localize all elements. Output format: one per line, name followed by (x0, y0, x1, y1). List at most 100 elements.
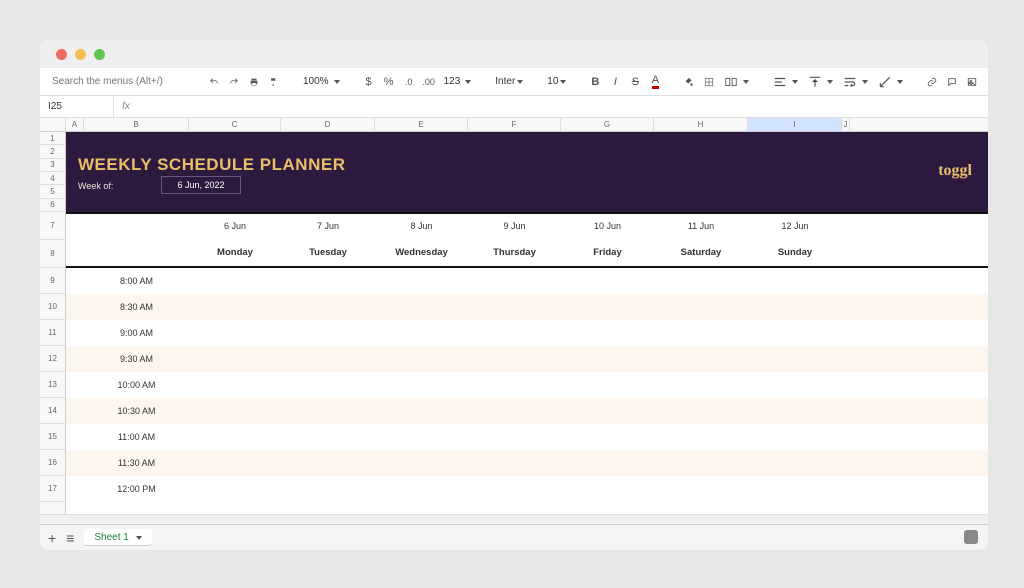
currency-icon[interactable]: $ (361, 72, 377, 92)
row-header[interactable]: 1 (40, 132, 65, 145)
sheet-tab[interactable]: Sheet 1 (84, 529, 151, 546)
row-header[interactable]: 13 (40, 372, 65, 398)
row-header[interactable]: 9 (40, 268, 65, 294)
column-header[interactable]: H (654, 118, 748, 131)
time-row[interactable]: 11:00 AM (66, 424, 988, 450)
column-header[interactable]: E (375, 118, 468, 131)
comment-icon[interactable] (944, 72, 960, 92)
column-header[interactable] (40, 118, 66, 131)
time-row[interactable]: 10:30 AM (66, 398, 988, 424)
borders-icon[interactable] (701, 72, 717, 92)
column-header[interactable]: F (468, 118, 561, 131)
close-dot[interactable] (56, 49, 67, 60)
time-label: 8:00 AM (84, 276, 189, 286)
caret-icon (862, 80, 868, 84)
row-header[interactable]: 11 (40, 320, 65, 346)
week-of-value[interactable]: 6 Jun, 2022 (161, 176, 241, 194)
column-header[interactable]: D (281, 118, 375, 131)
number-format-select[interactable]: 123 (441, 72, 475, 92)
row-header[interactable]: 14 (40, 398, 65, 424)
date-cell[interactable]: 11 Jun (654, 221, 748, 231)
formula-input[interactable] (138, 96, 988, 117)
maximize-dot[interactable] (94, 49, 105, 60)
row-headers: 1234567891011121314151617 (40, 132, 66, 514)
font-size-value: 10 (547, 76, 558, 87)
row-header[interactable]: 16 (40, 450, 65, 476)
time-row[interactable]: 10:00 AM (66, 372, 988, 398)
bold-icon[interactable]: B (587, 72, 603, 92)
font-select[interactable]: Inter (492, 72, 526, 92)
date-cell[interactable]: 6 Jun (189, 221, 281, 231)
horizontal-scrollbar[interactable] (40, 514, 988, 524)
wrap-select[interactable] (840, 72, 871, 92)
row-header[interactable]: 4 (40, 172, 65, 185)
text-color-icon[interactable]: A (647, 72, 663, 92)
date-cell[interactable]: 10 Jun (561, 221, 654, 231)
search-menus-input[interactable] (48, 72, 188, 92)
column-header[interactable]: G (561, 118, 654, 131)
row-header[interactable]: 10 (40, 294, 65, 320)
paint-format-icon[interactable] (266, 72, 282, 92)
row-header[interactable]: 6 (40, 199, 65, 212)
column-header[interactable]: J (842, 118, 850, 131)
row-header[interactable]: 15 (40, 424, 65, 450)
halign-select[interactable] (770, 72, 801, 92)
fill-color-icon[interactable] (681, 72, 697, 92)
decimal-decrease-icon[interactable]: .0 (401, 72, 417, 92)
minimize-dot[interactable] (75, 49, 86, 60)
row-header[interactable]: 2 (40, 145, 65, 158)
time-row[interactable]: 12:00 PM (66, 476, 988, 502)
cells-area[interactable]: WEEKLY SCHEDULE PLANNER Week of: 6 Jun, … (66, 132, 988, 514)
time-row[interactable]: 11:30 AM (66, 450, 988, 476)
day-cell[interactable]: Monday (189, 247, 281, 258)
row-header[interactable]: 5 (40, 185, 65, 198)
decimal-increase-icon[interactable]: .00 (421, 72, 437, 92)
column-header[interactable]: B (84, 118, 189, 131)
day-cell[interactable]: Friday (561, 247, 654, 258)
explore-button[interactable] (964, 530, 978, 544)
day-cell[interactable]: Tuesday (281, 247, 375, 258)
date-cell[interactable]: 9 Jun (468, 221, 561, 231)
date-cell[interactable]: 7 Jun (281, 221, 375, 231)
redo-icon[interactable] (226, 72, 242, 92)
time-row[interactable]: 9:00 AM (66, 320, 988, 346)
row-header[interactable]: 12 (40, 346, 65, 372)
print-icon[interactable] (246, 72, 262, 92)
link-icon[interactable] (924, 72, 940, 92)
time-row[interactable]: 8:00 AM (66, 268, 988, 294)
caret-icon (517, 80, 523, 84)
row-header[interactable]: 3 (40, 159, 65, 172)
merge-cells-select[interactable] (721, 72, 752, 92)
column-header[interactable]: A (66, 118, 84, 131)
valign-select[interactable] (805, 72, 836, 92)
row-header[interactable]: 7 (40, 212, 65, 240)
add-sheet-button[interactable]: + (48, 530, 56, 546)
date-cell[interactable]: 12 Jun (748, 221, 842, 231)
toolbar-overflow-icon[interactable]: ⌄ (966, 74, 976, 88)
caret-icon (136, 536, 142, 540)
zoom-value: 100% (303, 76, 329, 87)
undo-icon[interactable] (206, 72, 222, 92)
day-cell[interactable]: Saturday (654, 247, 748, 258)
time-row[interactable]: 8:30 AM (66, 294, 988, 320)
italic-icon[interactable]: I (607, 72, 623, 92)
day-cell[interactable]: Thursday (468, 247, 561, 258)
date-cell[interactable]: 8 Jun (375, 221, 468, 231)
row-header[interactable]: 8 (40, 240, 65, 268)
column-header[interactable]: I (748, 118, 842, 131)
chart-select[interactable] (984, 72, 988, 92)
percent-icon[interactable]: % (381, 72, 397, 92)
strike-icon[interactable]: S (627, 72, 643, 92)
time-rows: 8:00 AM 8:30 AM9:00 AM9:30 AM10:00 AM10:3… (66, 268, 988, 502)
font-size-select[interactable]: 10 (544, 72, 569, 92)
caret-icon (743, 80, 749, 84)
name-box[interactable]: I25 (40, 96, 114, 117)
column-header[interactable]: C (189, 118, 281, 131)
day-cell[interactable]: Wednesday (375, 247, 468, 258)
all-sheets-button[interactable]: ≡ (66, 530, 74, 546)
time-row[interactable]: 9:30 AM (66, 346, 988, 372)
zoom-select[interactable]: 100% (300, 72, 343, 92)
day-cell[interactable]: Sunday (748, 247, 842, 258)
rotate-select[interactable] (875, 72, 906, 92)
row-header[interactable]: 17 (40, 476, 65, 502)
